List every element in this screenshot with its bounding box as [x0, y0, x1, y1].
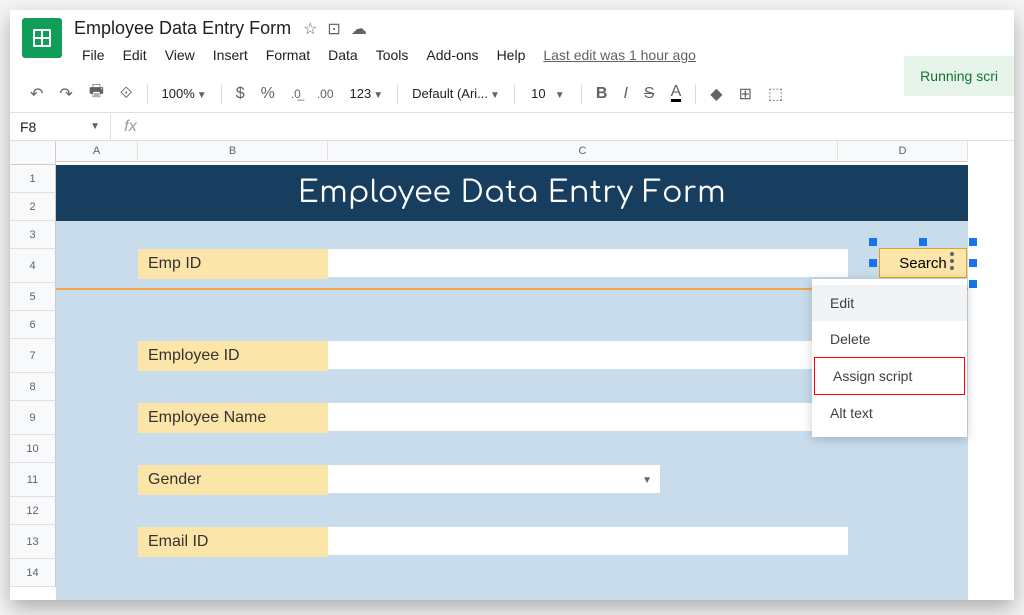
- print-button[interactable]: 🖶: [83, 76, 110, 111]
- row-header[interactable]: 1: [10, 165, 56, 193]
- col-header-c[interactable]: C: [328, 141, 838, 162]
- row-header[interactable]: 11: [10, 463, 56, 497]
- cm-delete[interactable]: Delete: [812, 321, 967, 357]
- number-format-select[interactable]: 123▼: [344, 84, 390, 103]
- form-title: Employee Data Entry Form: [56, 165, 968, 221]
- sheets-logo[interactable]: [22, 18, 62, 58]
- row-header[interactable]: 14: [10, 559, 56, 587]
- input-email-id[interactable]: [328, 527, 848, 555]
- menu-tools[interactable]: Tools: [368, 43, 417, 67]
- label-employee-name: Employee Name: [138, 403, 328, 433]
- increase-decimal-button[interactable]: .00: [311, 83, 340, 105]
- menu-addons[interactable]: Add-ons: [418, 43, 486, 67]
- fill-color-button[interactable]: ◆: [704, 80, 728, 108]
- strike-button[interactable]: S: [638, 81, 661, 107]
- kebab-icon[interactable]: [950, 252, 954, 270]
- input-emp-id[interactable]: [328, 249, 848, 277]
- menu-file[interactable]: File: [74, 43, 113, 67]
- row-header[interactable]: 4: [10, 249, 56, 283]
- col-header-b[interactable]: B: [138, 141, 328, 162]
- input-employee-name[interactable]: [328, 403, 848, 431]
- currency-button[interactable]: $: [230, 81, 251, 107]
- italic-button[interactable]: I: [617, 81, 633, 107]
- menu-edit[interactable]: Edit: [115, 43, 155, 67]
- menu-insert[interactable]: Insert: [205, 43, 256, 67]
- name-box[interactable]: F8▼: [10, 119, 110, 135]
- sheets-window: Employee Data Entry Form ☆ ⊡ ☁ File Edit…: [10, 10, 1014, 600]
- cloud-icon[interactable]: ☁: [351, 19, 367, 39]
- menu-bar: File Edit View Insert Format Data Tools …: [74, 43, 1002, 67]
- select-all-corner[interactable]: [10, 141, 56, 165]
- doc-title[interactable]: Employee Data Entry Form: [74, 18, 291, 39]
- redo-button[interactable]: ↷: [53, 80, 78, 108]
- label-employee-id: Employee ID: [138, 341, 328, 371]
- undo-button[interactable]: ↶: [24, 80, 49, 108]
- label-emp-id: Emp ID: [138, 249, 328, 279]
- bold-button[interactable]: B: [590, 81, 614, 107]
- row-header[interactable]: 5: [10, 283, 56, 311]
- font-size-select[interactable]: 10 ▼: [523, 84, 573, 103]
- percent-button[interactable]: %: [255, 81, 281, 107]
- sheets-icon: [30, 26, 54, 50]
- row-header[interactable]: 7: [10, 339, 56, 373]
- row-header[interactable]: 12: [10, 497, 56, 525]
- formula-input[interactable]: [150, 115, 1014, 138]
- paint-format-button[interactable]: ⟐: [114, 81, 139, 107]
- borders-button[interactable]: ⊞: [733, 80, 758, 108]
- menu-help[interactable]: Help: [489, 43, 534, 67]
- toolbar: ↶ ↷ 🖶 ⟐ 100%▼ $ % .0̲ .00 123▼ Default (…: [10, 75, 1014, 113]
- select-gender[interactable]: ▼: [328, 465, 660, 493]
- row-header[interactable]: 10: [10, 435, 56, 463]
- fx-label: fx: [110, 114, 150, 140]
- label-gender: Gender: [138, 465, 328, 495]
- row-header[interactable]: 2: [10, 193, 56, 221]
- col-header-d[interactable]: D: [838, 141, 968, 162]
- decrease-decimal-button[interactable]: .0̲: [285, 83, 307, 105]
- cm-alt-text[interactable]: Alt text: [812, 395, 967, 431]
- cm-assign-script[interactable]: Assign script: [814, 357, 965, 395]
- star-icon[interactable]: ☆: [303, 19, 317, 39]
- context-menu: Edit Delete Assign script Alt text: [812, 279, 967, 437]
- cm-edit[interactable]: Edit: [812, 285, 967, 321]
- move-icon[interactable]: ⊡: [327, 19, 340, 39]
- text-color-button[interactable]: A: [665, 81, 688, 106]
- zoom-select[interactable]: 100%▼: [156, 84, 213, 103]
- menu-view[interactable]: View: [157, 43, 203, 67]
- input-employee-id[interactable]: [328, 341, 848, 369]
- menu-data[interactable]: Data: [320, 43, 366, 67]
- titlebar: Employee Data Entry Form ☆ ⊡ ☁ File Edit…: [10, 10, 1014, 75]
- row-header[interactable]: 8: [10, 373, 56, 401]
- font-select[interactable]: Default (Ari...▼: [406, 84, 506, 103]
- row-header[interactable]: 13: [10, 525, 56, 559]
- last-edit-link[interactable]: Last edit was 1 hour ago: [543, 47, 696, 63]
- row-header[interactable]: 9: [10, 401, 56, 435]
- row-header[interactable]: 6: [10, 311, 56, 339]
- col-header-a[interactable]: A: [56, 141, 138, 162]
- running-script-toast: Running scri: [904, 56, 1014, 96]
- menu-format[interactable]: Format: [258, 43, 318, 67]
- formula-bar: F8▼ fx: [10, 113, 1014, 141]
- merge-button[interactable]: ⬚: [762, 80, 789, 108]
- row-header[interactable]: 3: [10, 221, 56, 249]
- label-email-id: Email ID: [138, 527, 328, 557]
